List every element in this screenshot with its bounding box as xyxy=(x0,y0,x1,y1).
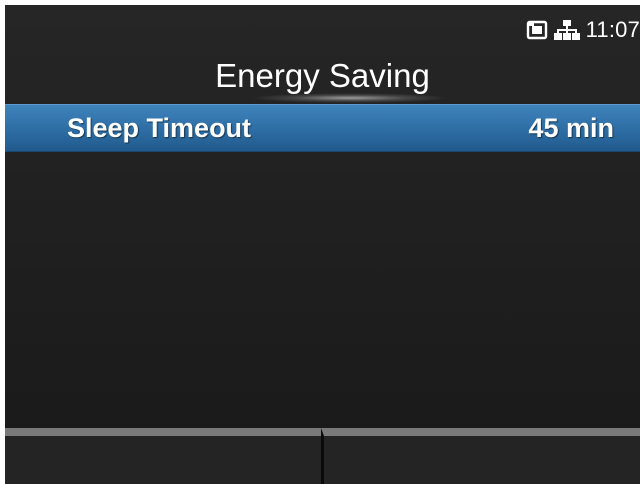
sd-card-icon xyxy=(526,19,548,41)
softkey-left[interactable] xyxy=(5,428,321,484)
status-bar: 11:07 xyxy=(526,15,640,45)
title-underline-glow xyxy=(250,93,450,103)
menu-item-sleep-timeout[interactable]: Sleep Timeout 45 min xyxy=(5,104,640,152)
softkey-right[interactable] xyxy=(321,428,640,484)
network-icon xyxy=(553,19,580,41)
softkey-bar xyxy=(5,428,640,484)
page-title: Energy Saving xyxy=(215,57,430,94)
menu-item-value: 45 min xyxy=(528,113,614,143)
menu-item-label: Sleep Timeout xyxy=(67,113,252,143)
printer-screen: 11:07 Energy Saving Sleep Timeout 45 min xyxy=(5,5,640,484)
clock: 11:07 xyxy=(585,17,640,42)
